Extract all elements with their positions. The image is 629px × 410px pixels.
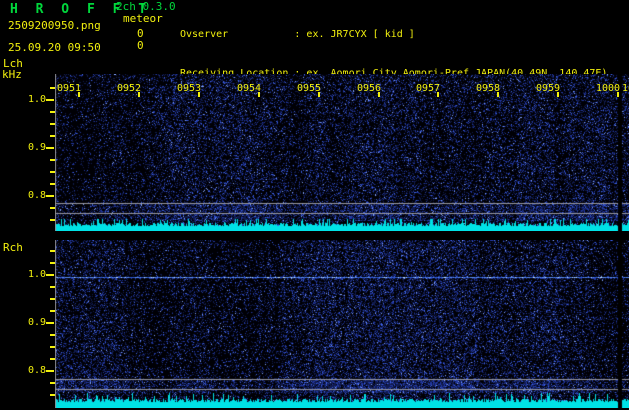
time-tick — [318, 92, 320, 97]
event-count-lch: 0 — [137, 27, 144, 40]
freq-major-tick — [46, 274, 54, 276]
version-label: 2ch 0.3.0 — [116, 0, 176, 13]
event-count-rch: 0 — [137, 39, 144, 52]
freq-minor-tick — [50, 87, 55, 89]
freq-minor-tick — [50, 346, 55, 348]
freq-minor-tick — [50, 111, 55, 113]
time-tick — [437, 92, 439, 97]
output-filename: 2509200950.png — [8, 19, 101, 32]
freq-minor-tick — [50, 135, 55, 137]
freq-label-lch-0.9: 0.9 — [28, 142, 47, 153]
khz-unit-label: kHz — [2, 68, 22, 81]
freq-major-tick — [46, 370, 54, 372]
freq-minor-tick — [50, 310, 55, 312]
time-tick — [198, 92, 200, 97]
freq-label-rch-1.0: 1.0 — [28, 269, 47, 280]
freq-minor-tick — [50, 250, 55, 252]
freq-major-tick — [46, 147, 54, 149]
freq-minor-tick — [50, 334, 55, 336]
time-tick — [378, 92, 380, 97]
freq-major-tick — [46, 195, 54, 197]
freq-label-lch-1.0: 1.0 — [28, 94, 47, 105]
freq-minor-tick — [50, 171, 55, 173]
freq-label-rch-0.8: 0.8 — [28, 365, 47, 376]
hrofft-window: H R O F F T 2ch 0.3.0 meteor 2509200950.… — [0, 0, 629, 410]
freq-major-tick — [46, 322, 54, 324]
freq-minor-tick — [50, 123, 55, 125]
freq-minor-tick — [50, 382, 55, 384]
time-tick — [78, 92, 80, 97]
freq-label-rch-0.9: 0.9 — [28, 317, 47, 328]
lch-spectrogram — [55, 74, 629, 231]
freq-minor-tick — [50, 286, 55, 288]
freq-minor-tick — [50, 394, 55, 396]
rch-spectrogram — [55, 240, 629, 408]
freq-label-lch-0.8: 0.8 — [28, 190, 47, 201]
time-tick — [617, 92, 619, 97]
time-tick — [138, 92, 140, 97]
freq-minor-tick — [50, 159, 55, 161]
time-tick — [557, 92, 559, 97]
freq-major-tick — [46, 99, 54, 101]
timestamp: 25.09.20 09:50 — [8, 41, 101, 54]
time-label-strip-clipped: 10 — [622, 83, 629, 94]
info-line-observer: Ovserver : ex. JR7CYX [ kid ] — [180, 29, 415, 40]
rch-channel-label: Rch — [3, 241, 23, 254]
freq-minor-tick — [50, 219, 55, 221]
time-tick — [258, 92, 260, 97]
freq-minor-tick — [50, 358, 55, 360]
freq-minor-tick — [50, 207, 55, 209]
freq-minor-tick — [50, 262, 55, 264]
freq-minor-tick — [50, 183, 55, 185]
time-tick — [497, 92, 499, 97]
event-type-label: meteor — [123, 12, 163, 25]
freq-minor-tick — [50, 298, 55, 300]
